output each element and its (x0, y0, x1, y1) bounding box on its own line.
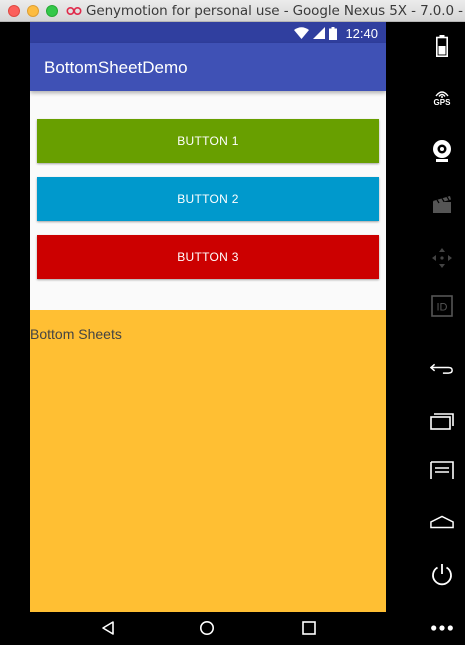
window-titlebar: Genymotion for personal use - Google Nex… (0, 0, 465, 22)
battery-icon[interactable] (430, 34, 454, 58)
gps-icon[interactable]: GPS (430, 86, 454, 110)
cell-signal-icon (313, 27, 326, 39)
dpad-icon[interactable] (430, 246, 454, 270)
back-icon[interactable] (100, 620, 116, 636)
bottom-sheet[interactable]: Bottom Sheets (30, 310, 386, 612)
button-3[interactable]: BUTTON 3 (37, 235, 379, 279)
window-title: Genymotion for personal use - Google Nex… (86, 3, 465, 19)
more-icon[interactable] (430, 616, 454, 640)
webcam-icon[interactable] (430, 139, 454, 163)
genymotion-logo-icon (66, 6, 82, 16)
clapperboard-icon[interactable] (430, 192, 454, 216)
home-icon[interactable] (199, 620, 215, 636)
button-1[interactable]: BUTTON 1 (37, 119, 379, 163)
gps-label: GPS (433, 98, 451, 107)
recents-icon[interactable] (430, 408, 454, 432)
status-time: 12:40 (345, 25, 378, 41)
power-icon[interactable] (430, 562, 454, 586)
menu-icon[interactable] (430, 458, 454, 482)
recents-icon[interactable] (301, 620, 317, 636)
id-label: ID (437, 302, 448, 314)
app-toolbar: BottomSheetDemo (30, 43, 386, 91)
home-icon[interactable] (430, 510, 454, 534)
android-nav-bar (30, 612, 386, 645)
maximize-window-button[interactable] (46, 5, 58, 17)
device-screen: 12:40 BottomSheetDemo BUTTON 1 BUTTON 2 … (30, 22, 386, 612)
back-icon[interactable] (430, 356, 454, 380)
wifi-icon (294, 27, 310, 39)
android-status-bar: 12:40 (30, 22, 386, 43)
bottom-sheet-label: Bottom Sheets (30, 326, 122, 342)
minimize-window-button[interactable] (27, 5, 39, 17)
genymotion-toolbar: GPS ID (418, 22, 465, 645)
id-icon[interactable]: ID (430, 294, 454, 318)
battery-icon (329, 26, 338, 40)
app-title: BottomSheetDemo (44, 58, 188, 77)
close-window-button[interactable] (8, 5, 20, 17)
button-2[interactable]: BUTTON 2 (37, 177, 379, 221)
